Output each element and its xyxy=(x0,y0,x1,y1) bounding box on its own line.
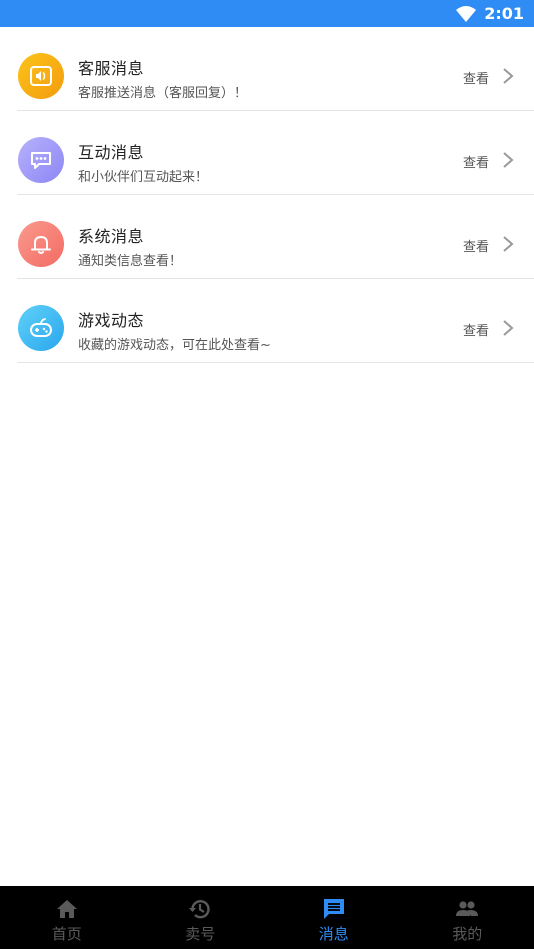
wifi-icon xyxy=(456,5,477,22)
nav-label: 首页 xyxy=(51,925,82,943)
message-subtitle: 客服推送消息（客服回复）！ xyxy=(78,86,248,101)
nav-item-profile[interactable]: 我的 xyxy=(401,886,534,949)
status-time: 2:01 xyxy=(484,4,524,23)
gamepad-icon xyxy=(18,305,64,351)
nav-label: 卖号 xyxy=(185,925,216,943)
message-title: 系统消息 xyxy=(78,227,145,246)
message-subtitle: 通知类信息查看！ xyxy=(78,254,183,269)
message-icon xyxy=(323,899,344,919)
view-link[interactable]: 查看 xyxy=(463,236,489,255)
message-subtitle: 收藏的游戏动态，可在此处查看~ xyxy=(78,338,271,353)
message-list: 客服消息 客服推送消息（客服回复）！ 查看 互动消息 和小伙伴们互动起来！ 查看 xyxy=(0,27,534,363)
nav-item-messages[interactable]: 消息 xyxy=(267,886,401,949)
message-item-interaction[interactable]: 互动消息 和小伙伴们互动起来！ 查看 xyxy=(17,111,534,195)
message-subtitle: 和小伙伴们互动起来！ xyxy=(78,170,209,185)
home-icon xyxy=(56,900,77,918)
chat-bubble-icon xyxy=(18,137,64,183)
history-icon xyxy=(189,900,210,919)
message-item-game[interactable]: 游戏动态 收藏的游戏动态，可在此处查看~ 查看 xyxy=(17,279,534,363)
bottom-nav: 首页 卖号 消息 我的 xyxy=(0,886,534,949)
nav-item-home[interactable]: 首页 xyxy=(0,886,134,949)
message-item-service[interactable]: 客服消息 客服推送消息（客服回复）！ 查看 xyxy=(17,27,534,111)
view-link[interactable]: 查看 xyxy=(463,320,489,339)
view-link[interactable]: 查看 xyxy=(463,68,489,87)
chevron-right-icon xyxy=(503,68,514,84)
bell-icon xyxy=(18,221,64,267)
chevron-right-icon xyxy=(503,152,514,168)
view-link[interactable]: 查看 xyxy=(463,152,489,171)
nav-label: 消息 xyxy=(318,925,349,943)
nav-item-sell[interactable]: 卖号 xyxy=(134,886,268,949)
status-bar: 2:01 xyxy=(0,0,534,27)
message-title: 游戏动态 xyxy=(78,311,145,330)
chevron-right-icon xyxy=(503,236,514,252)
message-title: 客服消息 xyxy=(78,59,145,78)
chevron-right-icon xyxy=(503,320,514,336)
message-title: 互动消息 xyxy=(78,143,145,162)
screen: 2:01 客服消息 客服推送消息（客服回复）！ 查看 互动消息 和小伙伴们互动起… xyxy=(0,0,534,949)
message-item-system[interactable]: 系统消息 通知类信息查看！ 查看 xyxy=(17,195,534,279)
speaker-icon xyxy=(18,53,64,99)
people-icon xyxy=(456,901,479,916)
nav-label: 我的 xyxy=(452,925,483,943)
